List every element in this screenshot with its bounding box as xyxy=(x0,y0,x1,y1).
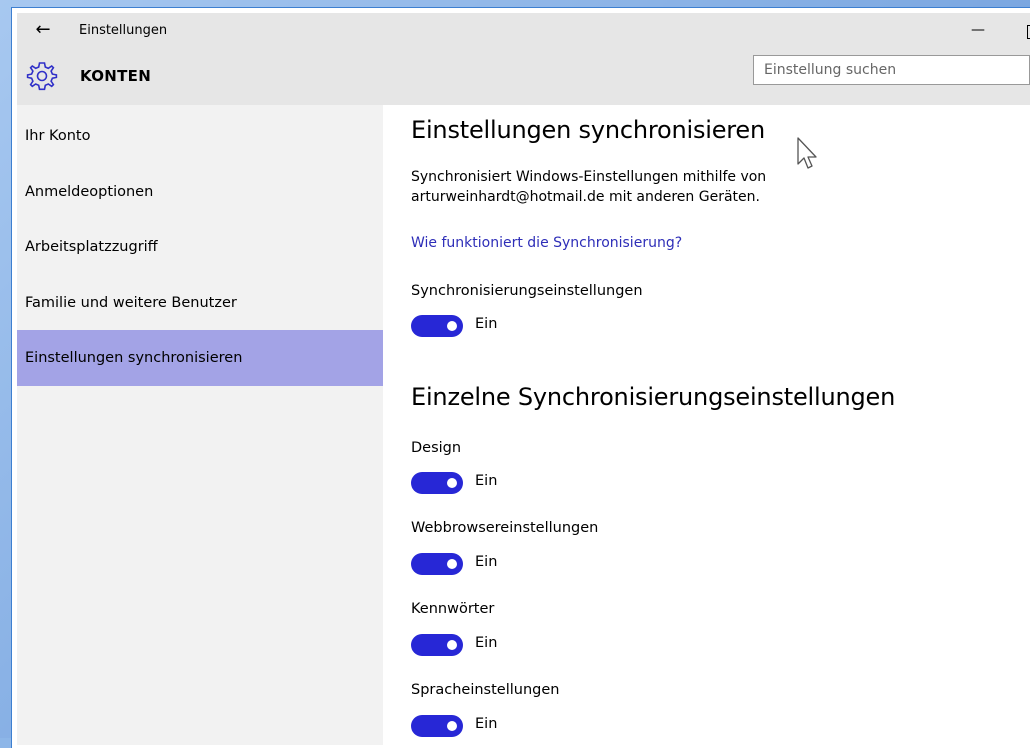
design-toggle-state: Ein xyxy=(475,473,498,489)
page-title: Einstellungen synchronisieren xyxy=(411,116,766,144)
design-toggle[interactable] xyxy=(411,472,463,494)
browser-toggle-state: Ein xyxy=(475,554,498,570)
passwords-toggle-state: Ein xyxy=(475,635,498,651)
description-line-2: arturweinhardt@hotmail.de mit anderen Ge… xyxy=(411,189,760,205)
page-header: KONTEN xyxy=(17,49,1030,105)
title-bar: ← Einstellungen — xyxy=(17,13,1030,49)
toggle-knob xyxy=(447,640,457,650)
sidebar-item-arbeitsplatzzugriff[interactable]: Arbeitsplatzzugriff xyxy=(17,219,383,275)
passwords-toggle[interactable] xyxy=(411,634,463,656)
toggle-knob xyxy=(447,559,457,569)
toggle-knob xyxy=(447,721,457,731)
browser-toggle[interactable] xyxy=(411,553,463,575)
mouse-cursor-icon xyxy=(797,137,817,169)
search-input[interactable] xyxy=(754,56,1029,84)
back-arrow-icon[interactable]: ← xyxy=(31,19,55,41)
sidebar-item-sync[interactable]: Einstellungen synchronisieren xyxy=(17,330,383,386)
sync-toggle[interactable] xyxy=(411,315,463,337)
settings-window: ← Einstellungen — KONTEN Ihr Konto Anmel… xyxy=(12,8,1030,748)
sync-toggle-state: Ein xyxy=(475,316,498,332)
help-link[interactable]: Wie funktioniert die Synchronisierung? xyxy=(411,235,682,251)
passwords-toggle-label: Kennwörter xyxy=(411,601,495,617)
toggle-knob xyxy=(447,478,457,488)
main-content: Einstellungen synchronisieren Synchronis… xyxy=(383,105,1030,745)
language-toggle-label: Spracheinstellungen xyxy=(411,682,560,698)
language-toggle-state: Ein xyxy=(475,716,498,732)
sync-toggle-label: Synchronisierungseinstellungen xyxy=(411,283,643,299)
search-box[interactable] xyxy=(753,55,1030,85)
gear-icon xyxy=(26,62,58,91)
window-title: Einstellungen xyxy=(79,23,168,38)
toggle-knob xyxy=(447,321,457,331)
sidebar-item-anmeldeoptionen[interactable]: Anmeldeoptionen xyxy=(17,164,383,220)
browser-toggle-label: Webbrowsereinstellungen xyxy=(411,520,599,536)
sidebar-item-ihr-konto[interactable]: Ihr Konto xyxy=(17,108,383,164)
sidebar-item-familie[interactable]: Familie und weitere Benutzer xyxy=(17,275,383,331)
design-toggle-label: Design xyxy=(411,440,462,456)
language-toggle[interactable] xyxy=(411,715,463,737)
description-line-1: Synchronisiert Windows-Einstellungen mit… xyxy=(411,169,767,185)
sidebar: Ihr Konto Anmeldeoptionen Arbeitsplatzzu… xyxy=(17,105,383,745)
minimize-icon[interactable]: — xyxy=(963,19,993,41)
section-title: KONTEN xyxy=(80,67,152,85)
individual-settings-title: Einzelne Synchronisierungseinstellungen xyxy=(411,383,896,411)
